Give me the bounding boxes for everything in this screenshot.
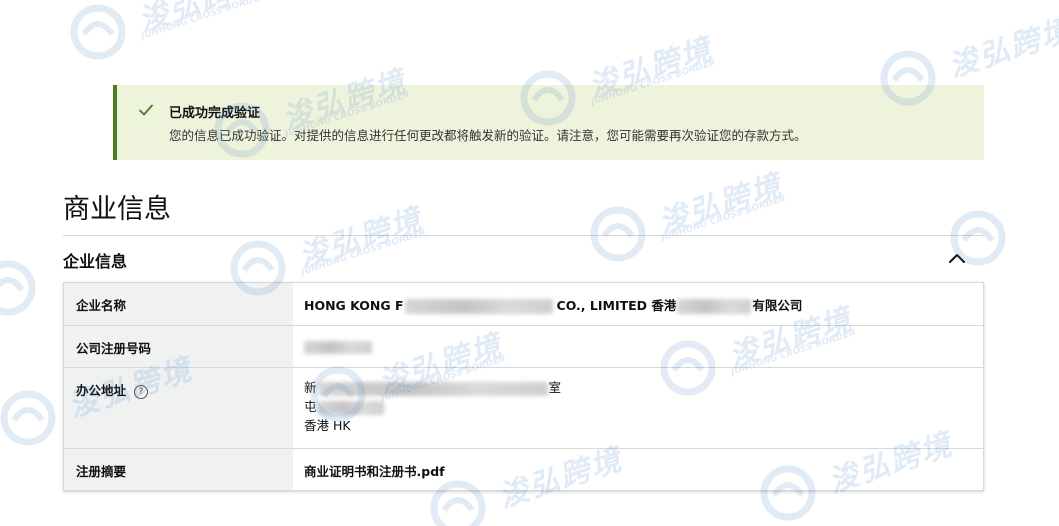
subsection-title: 企业信息 [63,252,128,271]
watermark-logo-icon [0,260,36,316]
verification-success-alert: 已成功完成验证 您的信息已成功验证。对提供的信息进行任何更改都将触发新的验证。请… [113,85,984,160]
business-info-table: 企业名称 HONG KONG F CO., LIMITED 香港 有限公司 公司注册… [63,282,984,491]
watermark-text: 浚弘跨境 [134,0,268,39]
company-name-value: HONG KONG F CO., LIMITED 香港 有限公司 [293,283,983,325]
chevron-up-icon[interactable] [948,252,966,264]
watermark-logo-icon [0,390,56,446]
watermark-subtext: JUNHONG CROSS BORDER [140,0,268,42]
office-address-label: 办公地址? [64,368,293,448]
page-title: 商业信息 [63,194,171,225]
office-address-value: 新室 屯 香港 HK [293,368,983,448]
watermark-text: 浚弘跨境 [944,12,1059,85]
redacted-block [317,400,384,415]
alert-title: 已成功完成验证 [169,106,261,121]
table-row-registration-summary: 注册摘要 商业证明书和注册书.pdf [64,448,983,490]
page: 已成功完成验证 您的信息已成功验证。对提供的信息进行任何更改都将触发新的验证。请… [0,0,1059,526]
redacted-block [304,340,372,354]
office-address-label-text: 办公地址 [76,383,127,398]
redacted-block [404,299,553,314]
registration-summary-file-link[interactable]: 商业证明书和注册书.pdf [293,449,983,490]
check-icon [139,104,153,116]
address-line-3: 香港 HK [304,418,351,433]
table-row-company-name: 企业名称 HONG KONG F CO., LIMITED 香港 有限公司 [64,283,983,325]
table-row-registration-number: 公司注册号码 [64,325,983,367]
company-name-part-3: 有限公司 [752,298,803,313]
alert-message: 您的信息已成功验证。对提供的信息进行任何更改都将触发新的验证。请注意，您可能需要… [169,128,807,143]
registration-number-value [293,326,983,367]
company-name-label: 企业名称 [64,283,293,325]
watermark: 浚弘跨境 JUNHONG CROSS BORDER [70,0,330,74]
registration-summary-label: 注册摘要 [64,449,293,490]
registration-number-label: 公司注册号码 [64,326,293,367]
question-circle-icon[interactable]: ? [134,385,149,399]
watermark-logo-icon [70,4,126,60]
company-name-part-2: CO., LIMITED 香港 [556,298,677,313]
table-row-office-address: 办公地址? 新室 屯 香港 HK [64,367,983,448]
business-info-header[interactable]: 企业信息 [63,236,984,282]
redacted-block [677,299,752,314]
address-line-1-text: 新 [304,380,317,395]
redacted-block [317,381,548,396]
address-line-2: 屯 [304,397,983,416]
address-line-1-end: 室 [548,380,562,395]
watermark-text: 浚弘跨境 [654,168,788,241]
company-name-part-1: HONG KONG F [304,298,404,313]
address-line-2-text: 屯 [304,399,317,414]
address-line-1: 新室 [304,378,983,397]
